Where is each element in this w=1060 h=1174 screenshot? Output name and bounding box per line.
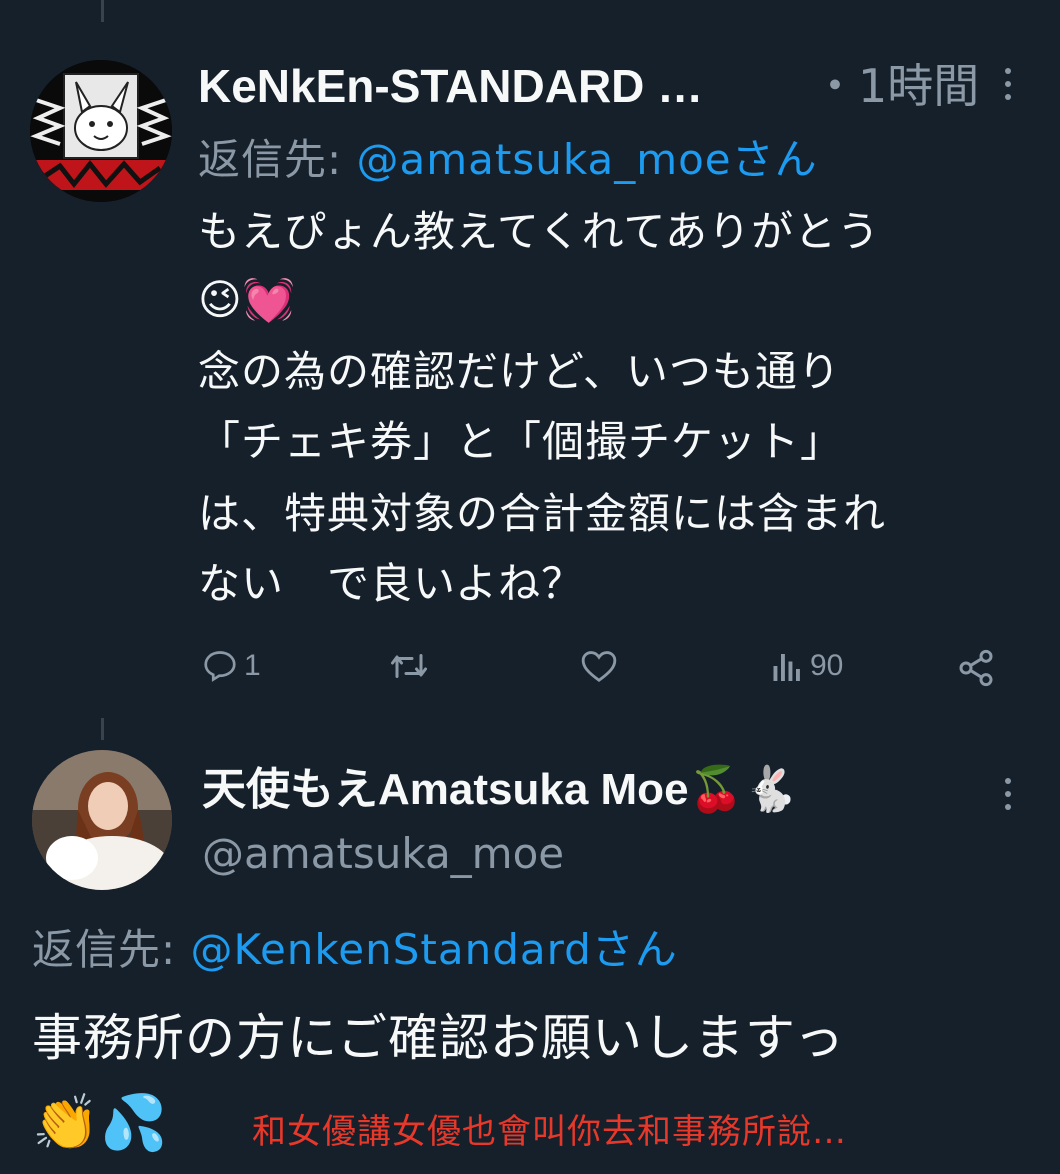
reply-count: 1 [244, 649, 261, 682]
views-icon [773, 654, 800, 681]
avatar-amatsuka[interactable] [32, 750, 172, 890]
reply-context: 返信先: @KenkenStandardさん [32, 922, 678, 978]
repost-button[interactable] [388, 648, 430, 684]
reply-mention-link[interactable]: @KenkenStandardさん [191, 925, 678, 974]
reply-icon [204, 651, 236, 682]
tweet-thread: KeNkEn-STANDARD … ・1時間 返信先: @amatsuka_mo… [0, 0, 1060, 1174]
reply-context: 返信先: @amatsuka_moeさん [198, 134, 818, 186]
more-options-icon[interactable] [1005, 68, 1011, 107]
timestamp[interactable]: ・1時間 [812, 58, 979, 114]
tweet-body-line: もえぴょん教えてくれてありがとう [198, 207, 881, 256]
handle[interactable]: @amatsuka_moe [202, 826, 564, 882]
tweet-body-line: 念の為の確認だけど、いつも通り [198, 347, 841, 396]
display-name[interactable]: 天使もえAmatsuka Moe🍒🐇 [202, 762, 798, 818]
share-icon [959, 649, 993, 687]
tweet-body-emoji: 👏💦 [32, 1091, 169, 1154]
views-button[interactable]: 90 [770, 648, 843, 684]
reply-mention-link[interactable]: @amatsuka_moeさん [357, 135, 818, 184]
heart-icon [581, 651, 617, 683]
repost-icon [391, 654, 427, 678]
display-name[interactable]: KeNkEn-STANDARD … [198, 58, 703, 114]
reply-prefix: 返信先: [198, 135, 357, 184]
tweet-body-line: ない で良いよね？ [198, 559, 585, 608]
reply-prefix: 返信先: [32, 925, 191, 974]
thread-connector-top [101, 0, 104, 22]
more-options-icon[interactable] [1005, 778, 1011, 817]
tweet-body-line: は、特典対象の合計金額には含まれ [198, 489, 887, 538]
kenken-logo-icon [30, 60, 172, 202]
view-count: 90 [810, 649, 844, 682]
reply-button[interactable]: 1 [202, 648, 261, 684]
tweet-body-line: 事務所の方にご確認お願いしますっ [32, 1009, 845, 1067]
avatar-kenken[interactable] [30, 60, 172, 202]
tweet-body-emoji: 😉💓 [198, 275, 297, 324]
overlay-caption: 和女優講女優也會叫你去和事務所說… [252, 1112, 847, 1152]
tweet-body-line: 「チェキ券」と「個撮チケット」 [198, 417, 844, 466]
share-button[interactable] [956, 648, 996, 688]
thread-connector-middle [101, 718, 104, 740]
profile-photo-icon [32, 750, 172, 890]
like-button[interactable] [580, 648, 618, 684]
